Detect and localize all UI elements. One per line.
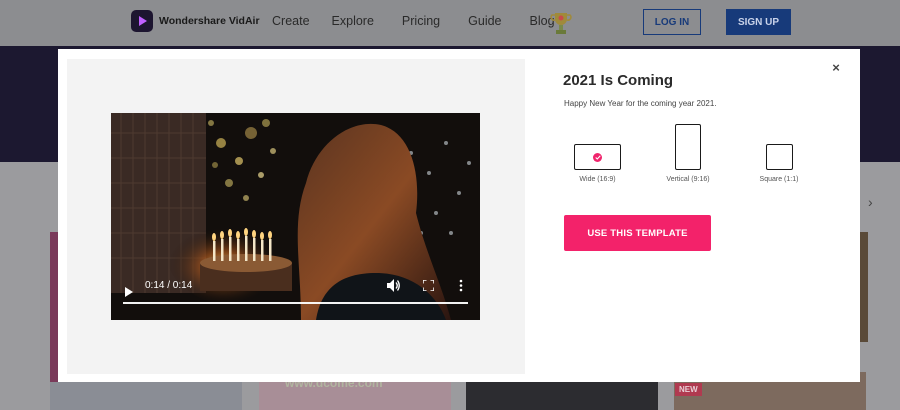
brand-logo[interactable]: Wondershare VidAir (131, 10, 260, 32)
ratio-option-square[interactable]: Square (1:1) (758, 144, 800, 183)
chevron-right-icon[interactable]: › (868, 194, 873, 210)
nav-link-pricing[interactable]: Pricing (402, 14, 440, 28)
volume-icon[interactable] (387, 279, 401, 292)
nav-link-explore[interactable]: Explore (332, 14, 374, 28)
trophy-icon[interactable] (548, 9, 574, 37)
video-progress-bar[interactable] (123, 302, 468, 304)
ratio-option-vertical[interactable]: Vertical (9:16) (662, 124, 714, 183)
signup-button[interactable]: SIGN UP (726, 9, 791, 35)
fullscreen-icon[interactable] (423, 280, 434, 291)
check-icon (593, 152, 602, 162)
ratio-label-wide: Wide (16:9) (579, 176, 616, 183)
ratio-label-vertical: Vertical (9:16) (666, 176, 710, 183)
login-button[interactable]: LOG IN (643, 9, 701, 35)
nav-link-guide[interactable]: Guide (468, 14, 501, 28)
top-navbar: Wondershare VidAir Create Explore Pricin… (0, 0, 900, 46)
nav-links: Create Explore Pricing Guide Blog (272, 14, 583, 28)
template-description: Happy New Year for the coming year 2021. (564, 99, 717, 108)
more-vertical-icon[interactable] (459, 279, 463, 292)
nav-link-create[interactable]: Create (272, 14, 310, 28)
new-badge: NEW (675, 383, 702, 396)
template-title: 2021 Is Coming (563, 72, 674, 89)
close-icon[interactable]: × (829, 60, 843, 75)
wide-ratio-icon (574, 144, 621, 170)
template-card[interactable] (50, 382, 242, 410)
use-template-button[interactable]: USE THIS TEMPLATE (564, 215, 711, 251)
vidair-logo-icon (131, 10, 153, 32)
play-icon[interactable] (125, 287, 133, 297)
template-card[interactable] (466, 382, 658, 410)
vertical-ratio-icon (675, 124, 701, 170)
ratio-label-square: Square (1:1) (759, 176, 799, 183)
brand-name: Wondershare VidAir (159, 15, 260, 27)
square-ratio-icon (765, 144, 793, 170)
ratio-option-wide[interactable]: Wide (16:9) (574, 144, 621, 183)
